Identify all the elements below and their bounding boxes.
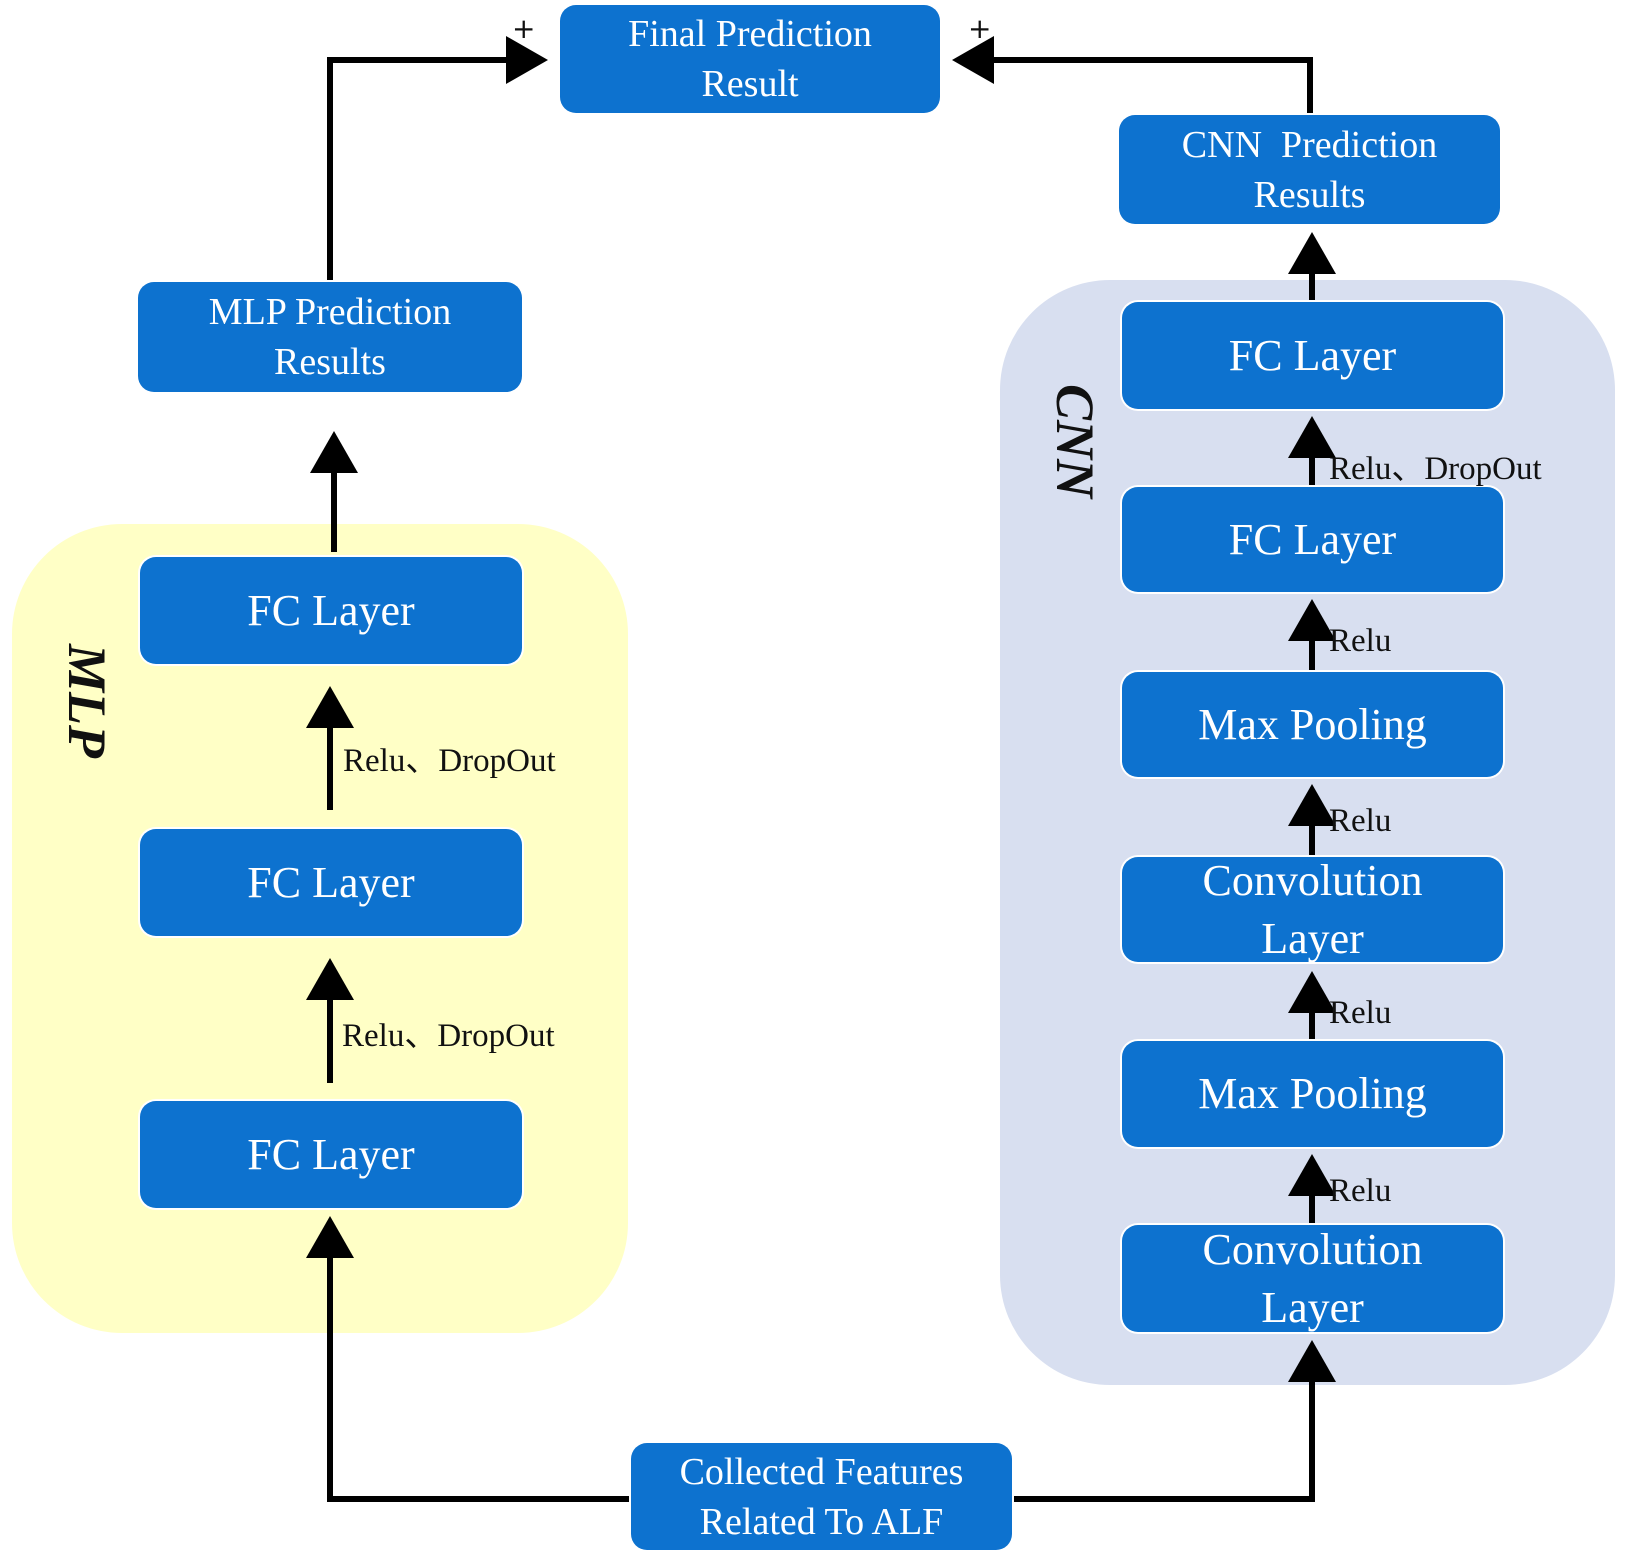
mlp-activation-upper: Relu、DropOut xyxy=(343,743,556,779)
plus-sign-left: + xyxy=(512,12,536,45)
mlp-prediction-box: MLP Prediction Results xyxy=(138,282,522,392)
cnn-prediction-box: CNN Prediction Results xyxy=(1119,115,1500,224)
final-prediction-box: Final Prediction Result xyxy=(560,5,940,113)
layer-label: FC Layer xyxy=(247,857,415,907)
layer-label: FC Layer xyxy=(247,585,415,635)
mlp-fc-layer-1: FC Layer xyxy=(140,1101,522,1208)
layer-label: FC Layer xyxy=(1228,514,1397,564)
mlp-activation-lower: Relu、DropOut xyxy=(342,1018,555,1054)
mlp-prediction-label: MLP Prediction Results xyxy=(208,291,452,383)
layer-label: Max Pooling xyxy=(1198,1069,1427,1118)
cnn-activation-pool1: Relu xyxy=(1329,995,1392,1031)
cnn-to-final-arrow xyxy=(952,36,1313,115)
cnn-prediction-label: CNN Prediction Results xyxy=(1181,123,1447,216)
cnn-activation-conv2: Relu xyxy=(1329,803,1392,839)
layer-label: FC Layer xyxy=(247,1129,415,1179)
layer-label: Convolution Layer xyxy=(1202,1224,1423,1332)
mlp-to-final-arrow xyxy=(327,36,548,282)
input-features-label: Collected Features Related To ALF xyxy=(679,1450,964,1543)
layer-label: Max Pooling xyxy=(1198,699,1427,749)
final-prediction-label: Final Prediction Result xyxy=(628,13,872,105)
cnn-convolution-layer-2: Convolution Layer xyxy=(1122,856,1503,963)
cnn-max-pooling-2: Max Pooling xyxy=(1122,672,1503,777)
cnn-activation-fc: Relu、DropOut xyxy=(1329,451,1542,487)
plus-sign-right: + xyxy=(968,12,992,45)
cnn-convolution-layer-1: Convolution Layer xyxy=(1122,1225,1503,1332)
layer-label: Convolution Layer xyxy=(1202,855,1423,963)
mlp-fc-layer-2: FC Layer xyxy=(140,829,522,936)
cnn-fc-layer-2: FC Layer xyxy=(1122,302,1503,409)
mlp-fc-layer-3: FC Layer xyxy=(140,557,522,664)
input-to-cnn-arrow xyxy=(1012,1340,1336,1502)
cnn-max-pooling-1: Max Pooling xyxy=(1122,1041,1503,1147)
input-to-mlp-arrow xyxy=(306,1216,631,1502)
layer-label: FC Layer xyxy=(1228,330,1397,380)
cnn-activation-conv1: Relu xyxy=(1329,1173,1392,1209)
cnn-fc-layer-1: FC Layer xyxy=(1122,487,1503,592)
cnn-activation-pool2: Relu xyxy=(1329,623,1392,659)
input-features-box: Collected Features Related To ALF xyxy=(631,1443,1012,1550)
